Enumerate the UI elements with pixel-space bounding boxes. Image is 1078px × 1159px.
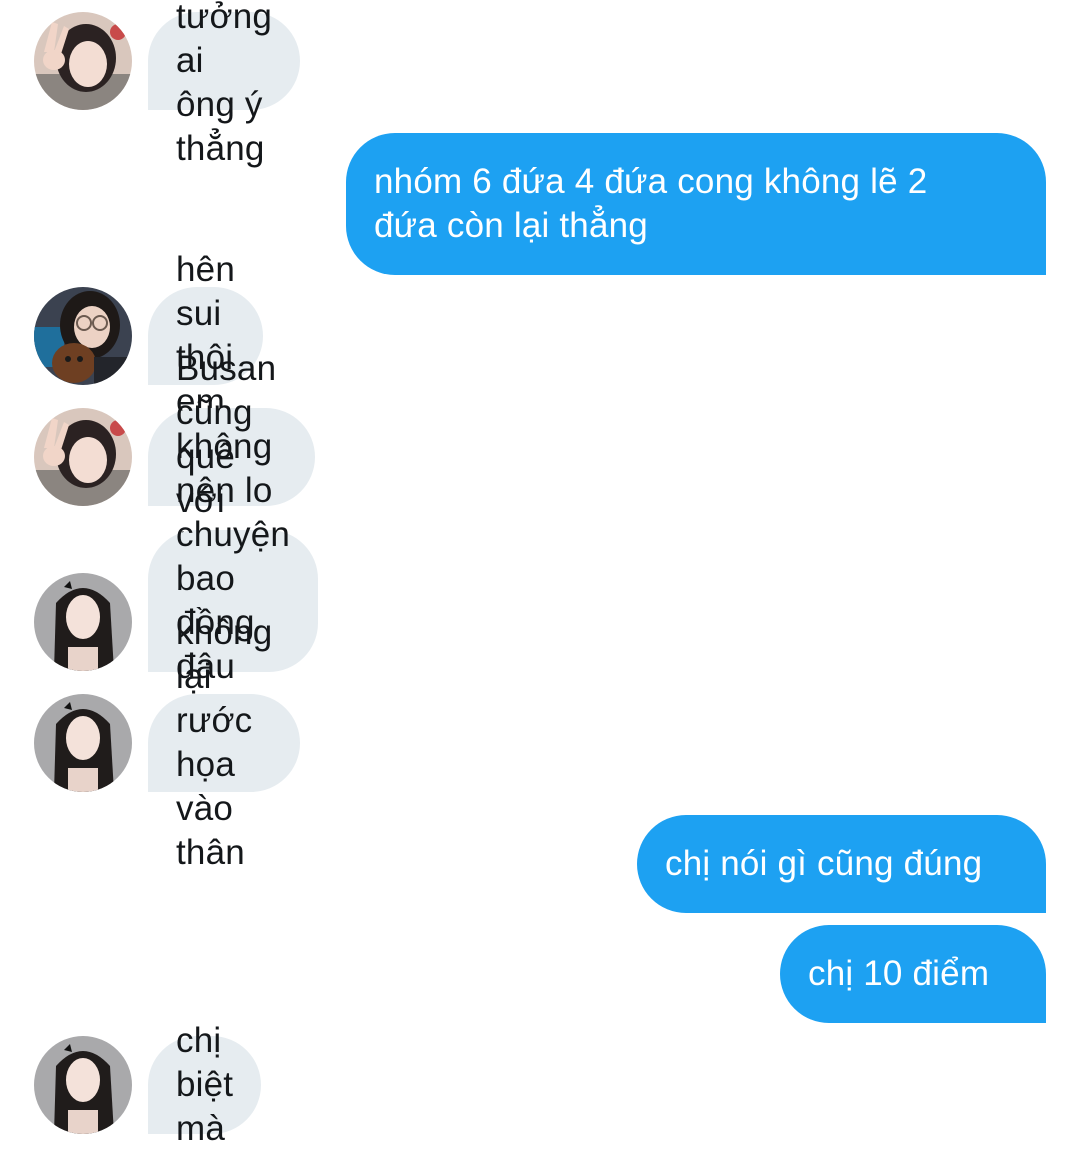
avatar-girl-peace-sign-icon xyxy=(34,12,132,110)
message-bubble[interactable]: chị 10 điểm xyxy=(780,925,1046,1023)
message-text: nhóm 6 đứa 4 đứa cong không lẽ 2 đứa còn… xyxy=(374,162,928,245)
avatar-girl-long-hair-icon xyxy=(34,694,132,792)
avatar-girl-glasses-puppy-icon xyxy=(34,287,132,385)
message-bubble[interactable]: chị biệt mà xyxy=(148,1021,262,1148)
avatar[interactable] xyxy=(34,12,132,110)
message-text: không lại rước họa vào thân xyxy=(176,613,273,872)
message-text: ủa tưởng ai ông ý thẳng xyxy=(176,0,273,168)
message-bubble[interactable]: ủa tưởng ai ông ý thẳng xyxy=(148,0,301,168)
avatar-girl-peace-sign-icon xyxy=(34,408,132,506)
message-text: chị 10 điểm xyxy=(808,954,990,993)
message-bubble[interactable]: nhóm 6 đứa 4 đứa cong không lẽ 2 đứa còn… xyxy=(346,133,1046,275)
avatar-girl-long-hair-icon xyxy=(34,573,132,671)
conversation-thread: ủa tưởng ai ông ý thẳng nhóm 6 đứa 4 đứa… xyxy=(0,0,1078,1159)
message-bubble[interactable]: chị nói gì cũng đúng xyxy=(637,815,1046,913)
avatar[interactable] xyxy=(34,694,132,792)
message-text: chị biệt mà xyxy=(176,1021,234,1148)
message-bubble[interactable]: không lại rước họa vào thân xyxy=(148,613,301,872)
avatar-girl-long-hair-icon xyxy=(34,1036,132,1134)
avatar[interactable] xyxy=(34,408,132,506)
avatar[interactable] xyxy=(34,287,132,385)
avatar[interactable] xyxy=(34,573,132,671)
avatar[interactable] xyxy=(34,1036,132,1134)
message-text: chị nói gì cũng đúng xyxy=(665,844,983,883)
